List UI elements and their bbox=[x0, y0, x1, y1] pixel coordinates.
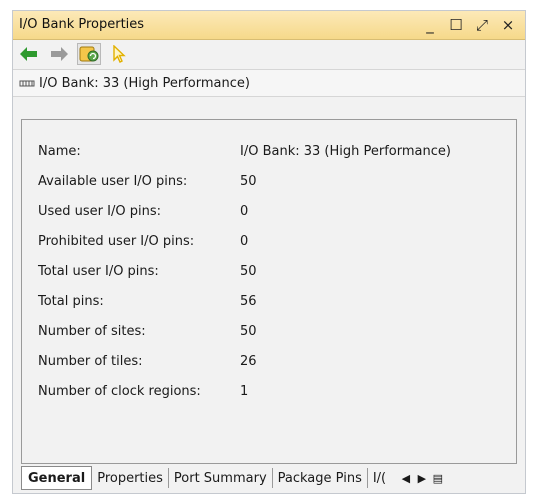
property-value: 1 bbox=[240, 384, 249, 399]
property-label: Prohibited user I/O pins: bbox=[38, 234, 195, 249]
tab-bar: General Properties Port Summary Package … bbox=[21, 466, 519, 490]
property-value: 56 bbox=[240, 294, 257, 309]
back-button[interactable] bbox=[17, 43, 41, 65]
minimize-button[interactable]: _ bbox=[419, 15, 441, 35]
property-value: 26 bbox=[240, 354, 257, 369]
tab-io-truncated[interactable]: I/( bbox=[368, 468, 398, 488]
object-path-text: I/O Bank: 33 (High Performance) bbox=[39, 75, 250, 91]
property-value: 0 bbox=[240, 234, 249, 249]
io-bank-icon bbox=[19, 80, 35, 87]
tab-list-menu-icon[interactable]: ▤ bbox=[430, 472, 446, 485]
property-value: 50 bbox=[240, 174, 257, 189]
object-path-bar: I/O Bank: 33 (High Performance) bbox=[13, 69, 525, 97]
tab-properties[interactable]: Properties bbox=[92, 468, 169, 488]
property-label: Total pins: bbox=[38, 294, 104, 309]
property-label: Available user I/O pins: bbox=[38, 174, 188, 189]
property-value: 50 bbox=[240, 264, 257, 279]
property-value: 0 bbox=[240, 204, 249, 219]
property-value: 50 bbox=[240, 324, 257, 339]
select-pointer-button[interactable] bbox=[107, 43, 131, 65]
general-properties-panel: Name: I/O Bank: 33 (High Performance) Av… bbox=[21, 119, 517, 464]
window-controls: _ ☐ ⤢ × bbox=[419, 15, 519, 35]
property-label: Number of clock regions: bbox=[38, 384, 201, 399]
maximize-button[interactable]: ☐ bbox=[445, 15, 467, 35]
property-label: Total user I/O pins: bbox=[38, 264, 159, 279]
title-bar[interactable]: I/O Bank Properties _ ☐ ⤢ × bbox=[13, 11, 525, 40]
property-label: Number of sites: bbox=[38, 324, 146, 339]
auto-update-button[interactable] bbox=[77, 43, 101, 65]
property-label: Name: bbox=[38, 144, 81, 159]
tab-scroll-left-icon[interactable]: ◀ bbox=[398, 472, 414, 485]
auto-update-icon bbox=[79, 46, 99, 62]
io-bank-properties-window: I/O Bank Properties _ ☐ ⤢ × I/O Bank: 33… bbox=[12, 10, 526, 494]
forward-arrow-icon bbox=[51, 47, 68, 61]
forward-button[interactable] bbox=[47, 43, 71, 65]
tab-package-pins[interactable]: Package Pins bbox=[273, 468, 368, 488]
property-label: Used user I/O pins: bbox=[38, 204, 161, 219]
window-title: I/O Bank Properties bbox=[19, 17, 145, 32]
back-arrow-icon bbox=[20, 47, 37, 61]
tab-scroll-right-icon[interactable]: ▶ bbox=[414, 472, 430, 485]
close-button[interactable]: × bbox=[497, 15, 519, 35]
property-label: Number of tiles: bbox=[38, 354, 143, 369]
pointer-icon bbox=[113, 45, 126, 63]
float-button[interactable]: ⤢ bbox=[471, 15, 493, 35]
tab-general[interactable]: General bbox=[21, 466, 93, 490]
toolbar bbox=[13, 40, 525, 68]
property-value: I/O Bank: 33 (High Performance) bbox=[240, 144, 451, 159]
tab-port-summary[interactable]: Port Summary bbox=[169, 468, 273, 488]
